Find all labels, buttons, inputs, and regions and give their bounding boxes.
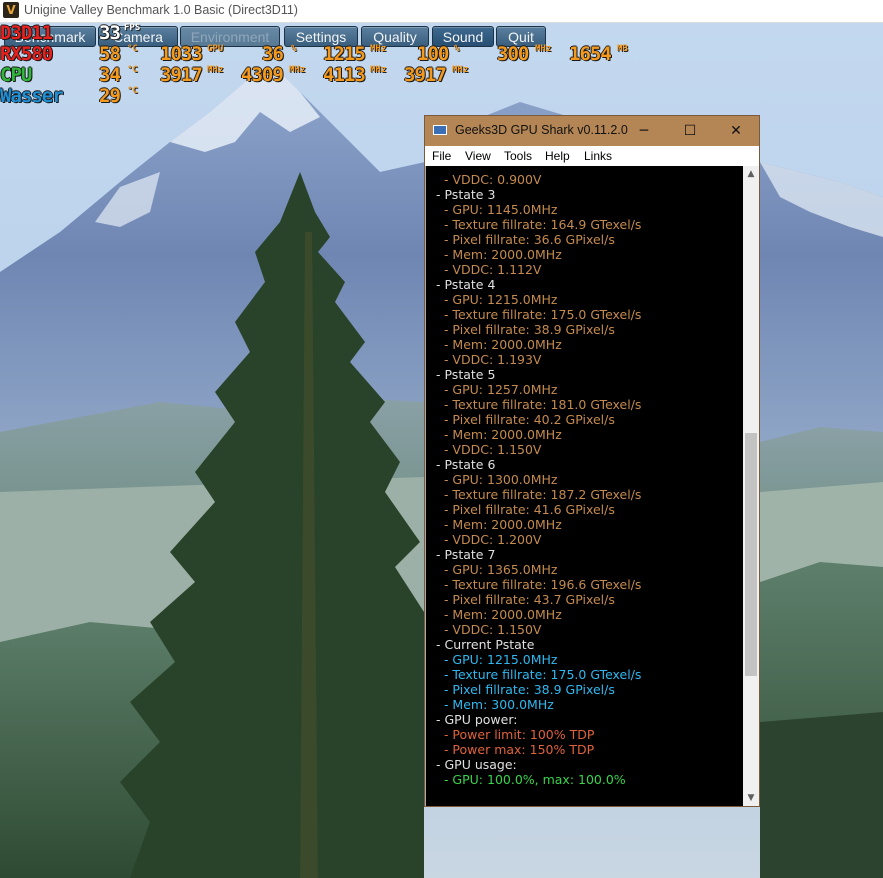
gpu-info-line: - GPU: 1257.0MHz [436, 382, 558, 397]
menu-tools[interactable]: Tools [504, 149, 532, 163]
menu-file[interactable]: File [432, 149, 451, 163]
osd-cpu-clock-1: 3917 [160, 64, 203, 86]
osd-cpu-temp-unit: °C [127, 65, 138, 75]
osd-gpu-power: 100 [417, 43, 449, 65]
gpu-info-text-area[interactable]: - VDDC: 0.900V - Pstate 3 - GPU: 1145.0MH… [426, 166, 743, 806]
gpu-info-line: - Mem: 300.0MHz [436, 697, 554, 712]
maximize-button[interactable]: ☐ [667, 116, 713, 146]
osd-water-temp-unit: °C [127, 86, 138, 96]
gpu-info-line: - VDDC: 1.150V [436, 622, 542, 637]
gpu-info-line: - Current Pstate [436, 637, 535, 652]
osd-cpu-label: CPU [0, 64, 32, 86]
osd-gpu-mem-clock: 300 [497, 43, 529, 65]
gpu-info-line: - VDDC: 1.200V [436, 532, 542, 547]
osd-gpu-vram: 1654 [569, 43, 612, 65]
osd-gpu-core-clock: 1215 [323, 43, 366, 65]
gpu-info-line: - Texture fillrate: 187.2 GTexel/s [436, 487, 642, 502]
osd-cpu-clock-2: 4309 [241, 64, 284, 86]
osd-gpu-clock-unit: GPU [207, 44, 224, 54]
osd-fps-unit: FPS [124, 23, 141, 33]
osd-api-label: D3D11 [0, 22, 53, 44]
osd-gpu-clock: 1033 [160, 43, 203, 65]
osd-gpu-temp: 58 [99, 43, 121, 65]
gpu-info-line: - GPU: 1215.0MHz [436, 292, 558, 307]
gpu-info-line: - GPU: 1215.0MHz [436, 652, 558, 667]
gpu-shark-menubar: File View Tools Help Links [425, 146, 759, 166]
gpu-info-line: - Mem: 2000.0MHz [436, 607, 562, 622]
scroll-down-icon[interactable]: ▼ [743, 790, 759, 806]
gpu-info-line: - Pstate 7 [436, 547, 496, 562]
gpu-info-line: - VDDC: 0.900V [436, 172, 542, 187]
gpu-info-line: - GPU: 1365.0MHz [436, 562, 558, 577]
minimize-button[interactable]: ─ [621, 116, 667, 146]
vertical-scrollbar[interactable]: ▲ ▼ [743, 166, 759, 806]
menu-view[interactable]: View [465, 149, 491, 163]
osd-cpu-clock-3-unit: MHz [370, 65, 387, 75]
osd-cpu-clock-3: 4113 [323, 64, 366, 86]
window-icon [433, 125, 447, 135]
valley-app-icon: V [3, 2, 19, 18]
osd-gpu-core-clock-unit: MHz [370, 44, 387, 54]
gpu-info-line: - Texture fillrate: 164.9 GTexel/s [436, 217, 642, 232]
gpu-info-line: - Pixel fillrate: 36.6 GPixel/s [436, 232, 615, 247]
gpu-info-line: - Mem: 2000.0MHz [436, 427, 562, 442]
osd-fps-value: 33 [99, 22, 121, 44]
gpu-info-line: - VDDC: 1.112V [436, 262, 542, 277]
osd-water-label: Wasser [0, 85, 64, 107]
gpu-info-line: - GPU: 1145.0MHz [436, 202, 558, 217]
gpu-info-line: - Pixel fillrate: 40.2 GPixel/s [436, 412, 615, 427]
gpu-shark-title: Geeks3D GPU Shark v0.11.2.0 [455, 123, 628, 137]
osd-gpu-load: 36 [262, 43, 284, 65]
gpu-info-line: - GPU power: [436, 712, 518, 727]
osd-gpu-temp-unit: °C [127, 44, 138, 54]
gpu-info-line: - Texture fillrate: 181.0 GTexel/s [436, 397, 642, 412]
osd-gpu-vram-unit: MB [617, 44, 628, 54]
gpu-info-line: - GPU usage: [436, 757, 517, 772]
gpu-info-line: - Pstate 4 [436, 277, 496, 292]
osd-gpu-mem-clock-unit: MHz [535, 44, 552, 54]
gpu-info-line: - GPU: 100.0%, max: 100.0% [436, 772, 626, 787]
osd-gpu-power-unit: % [454, 44, 460, 54]
gpu-info-line: - Texture fillrate: 175.0 GTexel/s [436, 667, 642, 682]
gpu-info-line: - Mem: 2000.0MHz [436, 337, 562, 352]
close-button[interactable]: ✕ [713, 116, 759, 146]
main-window-titlebar: V Unigine Valley Benchmark 1.0 Basic (Di… [0, 0, 883, 23]
gpu-info-line: - Power limit: 100% TDP [436, 727, 595, 742]
scroll-up-icon[interactable]: ▲ [743, 166, 759, 182]
gpu-info-line: - VDDC: 1.150V [436, 442, 542, 457]
gpu-info-line: - Pixel fillrate: 43.7 GPixel/s [436, 592, 615, 607]
osd-cpu-clock-1-unit: MHz [207, 65, 224, 75]
gpu-info-line: - Pstate 3 [436, 187, 496, 202]
gpu-info-line: - Pixel fillrate: 38.9 GPixel/s [436, 682, 615, 697]
menu-links[interactable]: Links [584, 149, 612, 163]
gpu-shark-window: Geeks3D GPU Shark v0.11.2.0 ─ ☐ ✕ File V… [424, 115, 760, 807]
osd-cpu-temp: 34 [99, 64, 121, 86]
osd-gpu-label: RX580 [0, 43, 53, 65]
gpu-shark-titlebar[interactable]: Geeks3D GPU Shark v0.11.2.0 ─ ☐ ✕ [425, 116, 759, 146]
osd-cpu-clock-4-unit: MHz [452, 65, 469, 75]
gpu-info-line: - Texture fillrate: 196.6 GTexel/s [436, 577, 642, 592]
osd-gpu-load-unit: % [291, 44, 297, 54]
osd-cpu-clock-2-unit: MHz [289, 65, 306, 75]
gpu-info-line: - Pstate 6 [436, 457, 496, 472]
gpu-info-line: - Pixel fillrate: 41.6 GPixel/s [436, 502, 615, 517]
gpu-info-line: - Pixel fillrate: 38.9 GPixel/s [436, 322, 615, 337]
gpu-info-line: - Pstate 5 [436, 367, 496, 382]
osd-cpu-clock-4: 3917 [404, 64, 447, 86]
menu-help[interactable]: Help [545, 149, 570, 163]
gpu-info-line: - Texture fillrate: 175.0 GTexel/s [436, 307, 642, 322]
scrollbar-thumb[interactable] [745, 433, 757, 676]
gpu-info-line: - VDDC: 1.193V [436, 352, 542, 367]
gpu-info-line: - GPU: 1300.0MHz [436, 472, 558, 487]
osd-water-temp: 29 [99, 85, 121, 107]
gpu-info-line: - Power max: 150% TDP [436, 742, 595, 757]
gpu-info-line: - Mem: 2000.0MHz [436, 517, 562, 532]
main-window-title: Unigine Valley Benchmark 1.0 Basic (Dire… [24, 3, 298, 17]
gpu-info-line: - Mem: 2000.0MHz [436, 247, 562, 262]
